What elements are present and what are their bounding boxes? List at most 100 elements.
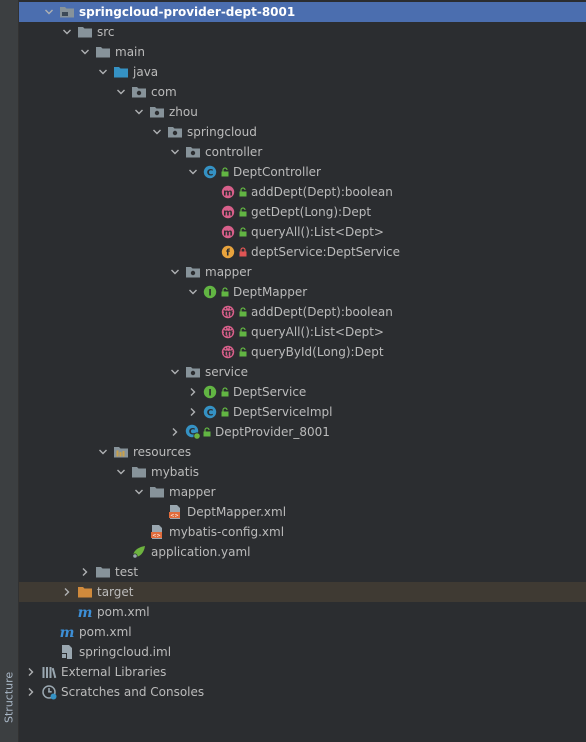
tree-item-label: application.yaml — [151, 545, 251, 559]
svg-text:m: m — [223, 348, 232, 358]
project-tree: springcloud-provider-dept-8001 src main jav… — [19, 2, 586, 702]
tree-row[interactable]: m queryAll():List<Dept> — [19, 222, 586, 242]
source-folder-icon — [113, 62, 129, 82]
maven-icon: m — [77, 602, 93, 622]
structure-tab[interactable]: Structure — [1, 671, 17, 722]
tree-row[interactable]: m queryById(Long):Dept — [19, 342, 586, 362]
folder-icon — [149, 482, 165, 502]
public-icon — [239, 322, 247, 342]
spring-yaml-icon — [131, 542, 147, 562]
chevron-down-icon[interactable] — [97, 442, 109, 462]
folder-icon — [131, 462, 147, 482]
resources-folder-icon — [113, 442, 129, 462]
tree-row[interactable]: springcloud.iml — [19, 642, 586, 662]
tree-row[interactable]: <> mybatis-config.xml — [19, 522, 586, 542]
svg-text:<>: <> — [152, 533, 160, 539]
tree-row[interactable]: C DeptProvider_8001 — [19, 422, 586, 442]
tree-row[interactable]: m queryAll():List<Dept> — [19, 322, 586, 342]
tree-item-label: resources — [133, 445, 192, 459]
chevron-down-icon[interactable] — [79, 42, 91, 62]
tree-row[interactable]: target — [19, 582, 586, 602]
tree-row[interactable]: <> DeptMapper.xml — [19, 502, 586, 522]
chevron-down-icon[interactable] — [115, 462, 127, 482]
tree-row[interactable]: java — [19, 62, 586, 82]
tree-item-label: target — [97, 585, 134, 599]
public-icon — [239, 182, 247, 202]
excluded-folder-icon — [77, 582, 93, 602]
tree-row[interactable]: C DeptController — [19, 162, 586, 182]
svg-text:m: m — [223, 308, 232, 318]
tree-item-label: springcloud.iml — [79, 645, 172, 659]
tree-item-label: addDept(Dept):boolean — [251, 305, 393, 319]
tree-item-label: DeptService — [233, 385, 307, 399]
chevron-down-icon[interactable] — [97, 62, 109, 82]
tree-row[interactable]: zhou — [19, 102, 586, 122]
tree-item-label: controller — [205, 145, 263, 159]
package-icon — [149, 102, 165, 122]
tree-row[interactable]: service — [19, 362, 586, 382]
tree-row[interactable]: m addDept(Dept):boolean — [19, 302, 586, 322]
chevron-down-icon[interactable] — [169, 142, 181, 162]
chevron-down-icon[interactable] — [187, 282, 199, 302]
public-icon — [221, 382, 229, 402]
tree-row[interactable]: test — [19, 562, 586, 582]
chevron-right-icon[interactable] — [187, 382, 199, 402]
tree-row[interactable]: application.yaml — [19, 542, 586, 562]
tree-row[interactable]: C DeptServiceImpl — [19, 402, 586, 422]
tree-row[interactable]: resources — [19, 442, 586, 462]
chevron-down-icon[interactable] — [133, 482, 145, 502]
svg-text:m: m — [223, 328, 232, 338]
chevron-down-icon[interactable] — [151, 122, 163, 142]
tree-item-label: src — [97, 25, 115, 39]
package-icon — [185, 262, 201, 282]
tree-item-label: queryById(Long):Dept — [251, 345, 384, 359]
svg-text:m: m — [78, 605, 93, 620]
svg-text:m: m — [223, 208, 232, 218]
tree-row[interactable]: f deptService:DeptService — [19, 242, 586, 262]
tree-row[interactable]: I DeptMapper — [19, 282, 586, 302]
chevron-down-icon[interactable] — [61, 22, 73, 42]
tree-row[interactable]: m pom.xml — [19, 622, 586, 642]
libraries-icon — [41, 662, 57, 682]
tree-item-label: Scratches and Consoles — [61, 685, 205, 699]
chevron-right-icon[interactable] — [79, 562, 91, 582]
tree-item-label: DeptProvider_8001 — [215, 425, 330, 439]
svg-text:C: C — [207, 408, 214, 418]
tree-row[interactable]: springcloud-provider-dept-8001 — [19, 2, 586, 22]
chevron-right-icon[interactable] — [61, 582, 73, 602]
tree-row[interactable]: src — [19, 22, 586, 42]
tree-item-label: springcloud-provider-dept-8001 — [79, 5, 296, 19]
chevron-down-icon[interactable] — [43, 2, 55, 22]
tree-item-label: DeptMapper.xml — [187, 505, 287, 519]
tree-row[interactable]: mapper — [19, 262, 586, 282]
tree-row[interactable]: mapper — [19, 482, 586, 502]
chevron-down-icon[interactable] — [187, 162, 199, 182]
folder-icon — [77, 22, 93, 42]
field-icon: f — [221, 242, 235, 262]
tree-row[interactable]: External Libraries — [19, 662, 586, 682]
chevron-down-icon[interactable] — [115, 82, 127, 102]
chevron-right-icon[interactable] — [25, 662, 37, 682]
tree-row[interactable]: m pom.xml — [19, 602, 586, 622]
chevron-down-icon[interactable] — [133, 102, 145, 122]
tree-row[interactable]: m addDept(Dept):boolean — [19, 182, 586, 202]
public-icon — [203, 422, 211, 442]
tree-row[interactable]: controller — [19, 142, 586, 162]
tree-row[interactable]: I DeptService — [19, 382, 586, 402]
tree-row[interactable]: springcloud — [19, 122, 586, 142]
chevron-right-icon[interactable] — [25, 682, 37, 702]
public-icon — [221, 162, 229, 182]
chevron-down-icon[interactable] — [169, 262, 181, 282]
tree-row[interactable]: mybatis — [19, 462, 586, 482]
tree-item-label: deptService:DeptService — [251, 245, 401, 259]
chevron-right-icon[interactable] — [187, 402, 199, 422]
chevron-down-icon[interactable] — [169, 362, 181, 382]
tree-row[interactable]: com — [19, 82, 586, 102]
tree-row[interactable]: Scratches and Consoles — [19, 682, 586, 702]
svg-text:m: m — [60, 625, 75, 640]
tree-row[interactable]: main — [19, 42, 586, 62]
tree-row[interactable]: m getDept(Long):Dept — [19, 202, 586, 222]
module-folder-icon — [59, 2, 75, 22]
chevron-right-icon[interactable] — [169, 422, 181, 442]
tree-item-label: com — [151, 85, 177, 99]
